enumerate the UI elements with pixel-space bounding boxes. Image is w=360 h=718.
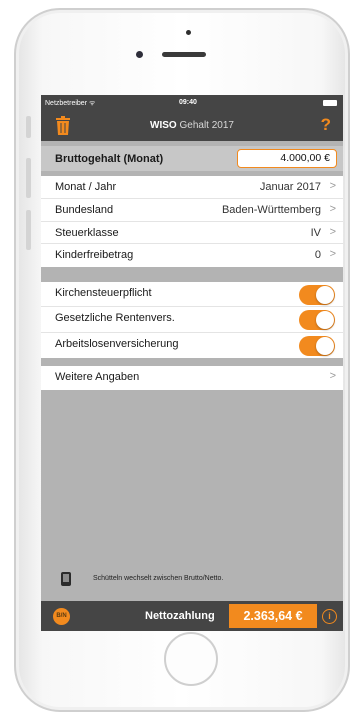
more-group: Weitere Angaben >: [41, 366, 343, 390]
volume-up-button: [26, 158, 31, 198]
volume-down-button: [26, 210, 31, 250]
toggles-group: Kirchensteuerpflicht Gesetzliche Rentenv…: [41, 282, 343, 358]
chevron-right-icon: >: [329, 248, 336, 261]
toggle-row-label: Gesetzliche Rentenvers.: [55, 312, 175, 325]
carrier-label: Netzbetreiber ᯤ: [45, 100, 96, 107]
toggle-row-label: Arbeitslosenversicherung: [55, 337, 179, 350]
gross-salary-input[interactable]: 4.000,00 €: [237, 149, 337, 168]
settings-row-month-year[interactable]: Monat / Jahr Januar 2017 >: [41, 176, 343, 199]
toggle-row-church-tax: Kirchensteuerpflicht: [41, 282, 343, 308]
info-icon[interactable]: i: [322, 609, 337, 624]
battery-icon: [323, 100, 337, 106]
gross-salary-row: Bruttogehalt (Monat) 4.000,00 €: [41, 146, 343, 171]
earpiece-speaker: [162, 52, 206, 57]
unemployment-insurance-toggle[interactable]: [299, 335, 335, 356]
phone-shake-icon: [61, 572, 71, 586]
settings-row-label: Kinderfreibetrag: [55, 249, 134, 262]
proximity-sensor: [186, 30, 191, 35]
net-pay-label: Nettozahlung: [145, 610, 215, 622]
chevron-right-icon: >: [329, 180, 336, 192]
settings-row-value: Januar 2017: [259, 181, 321, 193]
toggle-row-unemployment: Arbeitslosenversicherung: [41, 333, 343, 358]
chevron-right-icon: >: [329, 370, 336, 382]
toggle-knob: [316, 311, 334, 330]
shake-hint: Schütteln wechselt zwischen Brutto/Netto…: [61, 572, 331, 588]
more-details-row[interactable]: Weitere Angaben >: [41, 366, 343, 390]
chevron-right-icon: >: [329, 225, 336, 238]
settings-row-value: Baden-Württemberg: [221, 203, 321, 216]
settings-row-label: Steuerklasse: [55, 226, 119, 239]
home-button[interactable]: [164, 632, 218, 686]
app-title-brand: WISO: [150, 120, 177, 131]
clock: 09:40: [179, 99, 197, 106]
nav-bar: WISO Gehalt 2017 ?: [41, 111, 343, 141]
church-tax-toggle[interactable]: [299, 285, 335, 305]
toggle-row-label: Kirchensteuerpflicht: [55, 287, 152, 299]
front-camera: [136, 51, 143, 58]
bottom-bar: B/N Nettozahlung 2.363,64 € i: [41, 601, 343, 631]
settings-row-value: 0: [314, 249, 321, 262]
settings-row-child-allowance[interactable]: Kinderfreibetrag 0 >: [41, 244, 343, 267]
settings-row-label: Bundesland: [55, 203, 114, 216]
toggle-row-pension: Gesetzliche Rentenvers.: [41, 307, 343, 333]
net-pay-value[interactable]: 2.363,64 €: [229, 604, 317, 628]
gross-salary-label: Bruttogehalt (Monat): [55, 153, 164, 165]
mute-switch: [26, 116, 31, 138]
more-details-label: Weitere Angaben: [55, 371, 140, 383]
app-title: WISO Gehalt 2017: [41, 120, 343, 131]
app-screen: Netzbetreiber ᯤ 09:40 WISO Gehalt 2017 ?…: [41, 95, 343, 631]
chevron-right-icon: >: [329, 202, 336, 215]
brutto-netto-switch-button[interactable]: B/N: [53, 608, 70, 625]
pension-insurance-toggle[interactable]: [299, 310, 335, 331]
settings-row-tax-class[interactable]: Steuerklasse IV >: [41, 222, 343, 245]
toggle-knob: [316, 286, 334, 304]
app-title-suffix: Gehalt 2017: [176, 120, 234, 131]
settings-row-state[interactable]: Bundesland Baden-Württemberg >: [41, 199, 343, 222]
settings-row-value: IV: [310, 226, 321, 239]
settings-group: Monat / Jahr Januar 2017 > Bundesland Ba…: [41, 176, 343, 267]
help-icon[interactable]: ?: [321, 115, 331, 135]
status-bar: Netzbetreiber ᯤ 09:40: [41, 95, 343, 111]
toggle-knob: [316, 336, 334, 355]
settings-row-label: Monat / Jahr: [55, 181, 117, 193]
shake-hint-text: Schütteln wechselt zwischen Brutto/Netto…: [93, 575, 224, 582]
